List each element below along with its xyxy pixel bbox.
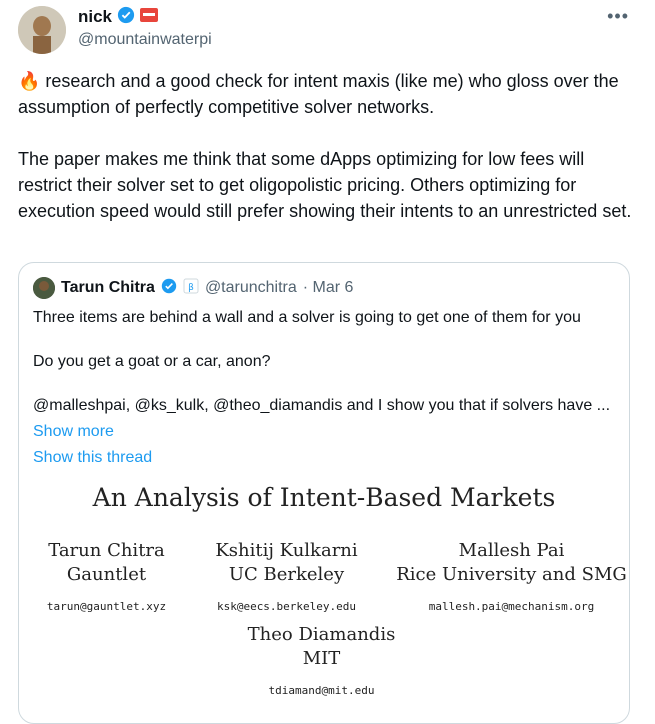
author-email: ksk@eecs.berkeley.edu (216, 600, 357, 613)
paper-author: Tarun Chitra Gauntlet tarun@gauntlet.xyz (19, 539, 194, 619)
quoted-line: @malleshpai, @ks_kulk, @theo_diamandis a… (33, 397, 611, 414)
quoted-line: Three items are behind a wall and a solv… (33, 309, 581, 326)
author-name[interactable]: nick (78, 7, 112, 27)
author-email: mallesh.pai@mechanism.org (428, 600, 595, 613)
tweet-paragraph: 🔥 research and a good check for intent m… (18, 71, 619, 117)
show-thread-link[interactable]: Show this thread (33, 447, 618, 469)
author-handle[interactable]: @mountainwaterpi (78, 31, 212, 49)
tweet-header: nick @mountainwaterpi (78, 6, 212, 49)
quoted-author-name[interactable]: Tarun Chitra (61, 279, 155, 297)
paper-author: Theo Diamandis MIT tdiamand@mit.edu (234, 623, 409, 703)
more-options-icon[interactable]: ••• (607, 6, 629, 27)
paper-author: Mallesh Pai Rice University and SMG mall… (394, 539, 629, 619)
affiliate-badge-icon[interactable]: β (183, 278, 199, 299)
author-affiliation: MIT (302, 648, 341, 669)
author-email: tdiamand@mit.edu (268, 684, 375, 697)
quoted-tweet[interactable]: Tarun Chitra β @tarunchitra · Mar 6 Thre… (18, 262, 630, 724)
verified-badge-icon (161, 278, 177, 299)
avatar[interactable] (18, 6, 66, 54)
quoted-date[interactable]: · Mar 6 (303, 279, 354, 297)
affiliate-badge-icon[interactable] (140, 7, 159, 27)
author-name: Kshitij Kulkarni (215, 540, 358, 561)
author-name: Mallesh Pai (458, 540, 565, 561)
tweet-text: 🔥 research and a good check for intent m… (18, 68, 638, 250)
quoted-tweet-body: Three items are behind a wall and a solv… (33, 307, 618, 469)
paper-author: Kshitij Kulkarni UC Berkeley ksk@eecs.be… (199, 539, 374, 619)
show-more-link[interactable]: Show more (33, 421, 618, 443)
svg-text:β: β (188, 283, 194, 293)
verified-badge-icon (117, 6, 135, 29)
quoted-line: Do you get a goat or a car, anon? (33, 353, 271, 370)
author-name: Tarun Chitra (48, 540, 165, 561)
author-name: Theo Diamandis (247, 624, 396, 645)
quoted-tweet-header: Tarun Chitra β @tarunchitra · Mar 6 (33, 277, 353, 299)
author-affiliation: Rice University and SMG (396, 564, 627, 585)
author-affiliation: UC Berkeley (228, 564, 345, 585)
tweet-paragraph: The paper makes me think that some dApps… (18, 149, 632, 221)
quoted-author-handle[interactable]: @tarunchitra (205, 279, 297, 297)
author-affiliation: Gauntlet (66, 564, 147, 585)
paper-image[interactable]: An Analysis of Intent-Based Markets Taru… (19, 483, 629, 723)
paper-title: An Analysis of Intent-Based Markets (92, 483, 556, 512)
quoted-avatar[interactable] (33, 277, 55, 299)
author-email: tarun@gauntlet.xyz (46, 600, 167, 613)
